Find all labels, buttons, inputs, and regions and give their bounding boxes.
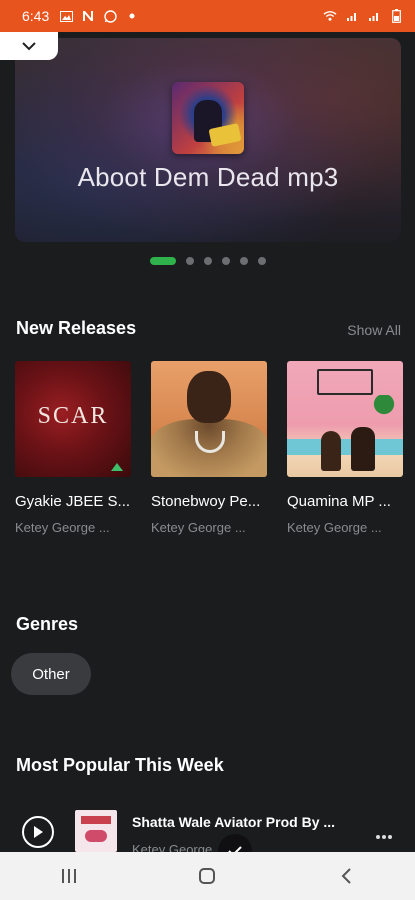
recent-apps-button[interactable]	[39, 852, 99, 900]
album-cover[interactable]	[287, 361, 403, 477]
hero-album-art[interactable]	[172, 82, 244, 154]
hero-title: Aboot Dem Dead mp3	[77, 162, 339, 192]
release-artist: Ketey George ...	[15, 520, 110, 535]
release-title: Stonebwoy Pe...	[151, 493, 261, 510]
gallery-icon	[59, 9, 73, 23]
album-cover[interactable]	[151, 361, 267, 477]
carousel-dot[interactable]	[240, 257, 248, 265]
status-bar: 6:43	[0, 0, 415, 32]
status-left: 6:43	[22, 8, 139, 24]
release-artist: Ketey George ...	[287, 520, 382, 535]
show-all-link[interactable]: Show All	[347, 322, 401, 338]
more-dots-icon	[376, 835, 392, 839]
home-icon	[199, 868, 216, 884]
release-card[interactable]: SCAR Gyakie JBEE S... Ketey George ...	[15, 361, 131, 535]
track-thumbnail[interactable]	[75, 810, 117, 852]
recent-apps-icon	[62, 869, 77, 883]
release-title: Gyakie JBEE S...	[15, 493, 131, 510]
back-chevron-icon	[341, 868, 351, 884]
status-time: 6:43	[22, 8, 50, 24]
hero-banner[interactable]: Aboot Dem Dead mp3	[15, 38, 401, 242]
carousel-dot[interactable]	[204, 257, 212, 265]
status-right	[323, 9, 403, 23]
carousel-indicator	[150, 257, 266, 265]
popular-track-row[interactable]: Shatta Wale Aviator Prod By ... Ketey Ge…	[0, 806, 415, 857]
more-options-button[interactable]	[375, 820, 393, 846]
wifi-icon	[323, 9, 337, 23]
album-cover[interactable]: SCAR	[15, 361, 131, 477]
release-artist: Ketey George ...	[151, 520, 246, 535]
new-releases-heading: New Releases	[16, 318, 137, 338]
new-releases-list: SCAR Gyakie JBEE S... Ketey George ... S…	[15, 361, 403, 535]
n-icon	[81, 9, 95, 23]
release-card[interactable]: Quamina MP ... Ketey George ...	[287, 361, 403, 535]
carousel-dot[interactable]	[222, 257, 230, 265]
cover-text: SCAR	[37, 403, 109, 429]
chevron-down-icon	[22, 42, 36, 51]
most-popular-heading: Most Popular This Week	[16, 755, 224, 775]
release-title: Quamina MP ...	[287, 493, 391, 510]
carousel-dot[interactable]	[186, 257, 194, 265]
genres-heading: Genres	[16, 614, 79, 634]
carousel-dot-active[interactable]	[150, 257, 176, 265]
signal-icon	[345, 9, 359, 23]
genre-chip-other[interactable]: Other	[11, 653, 91, 695]
system-nav-bar	[0, 852, 415, 900]
back-button[interactable]	[316, 852, 376, 900]
signal-icon	[367, 9, 381, 23]
collapse-button[interactable]	[0, 32, 58, 60]
home-button[interactable]	[177, 852, 237, 900]
carousel-dot[interactable]	[258, 257, 266, 265]
battery-icon	[389, 9, 403, 23]
release-card[interactable]: Stonebwoy Pe... Ketey George ...	[151, 361, 267, 535]
whatsapp-icon	[103, 9, 117, 23]
play-button[interactable]	[22, 816, 54, 848]
notification-dot-icon	[125, 9, 139, 23]
play-icon	[34, 826, 43, 838]
track-title: Shatta Wale Aviator Prod By ...	[132, 814, 336, 830]
